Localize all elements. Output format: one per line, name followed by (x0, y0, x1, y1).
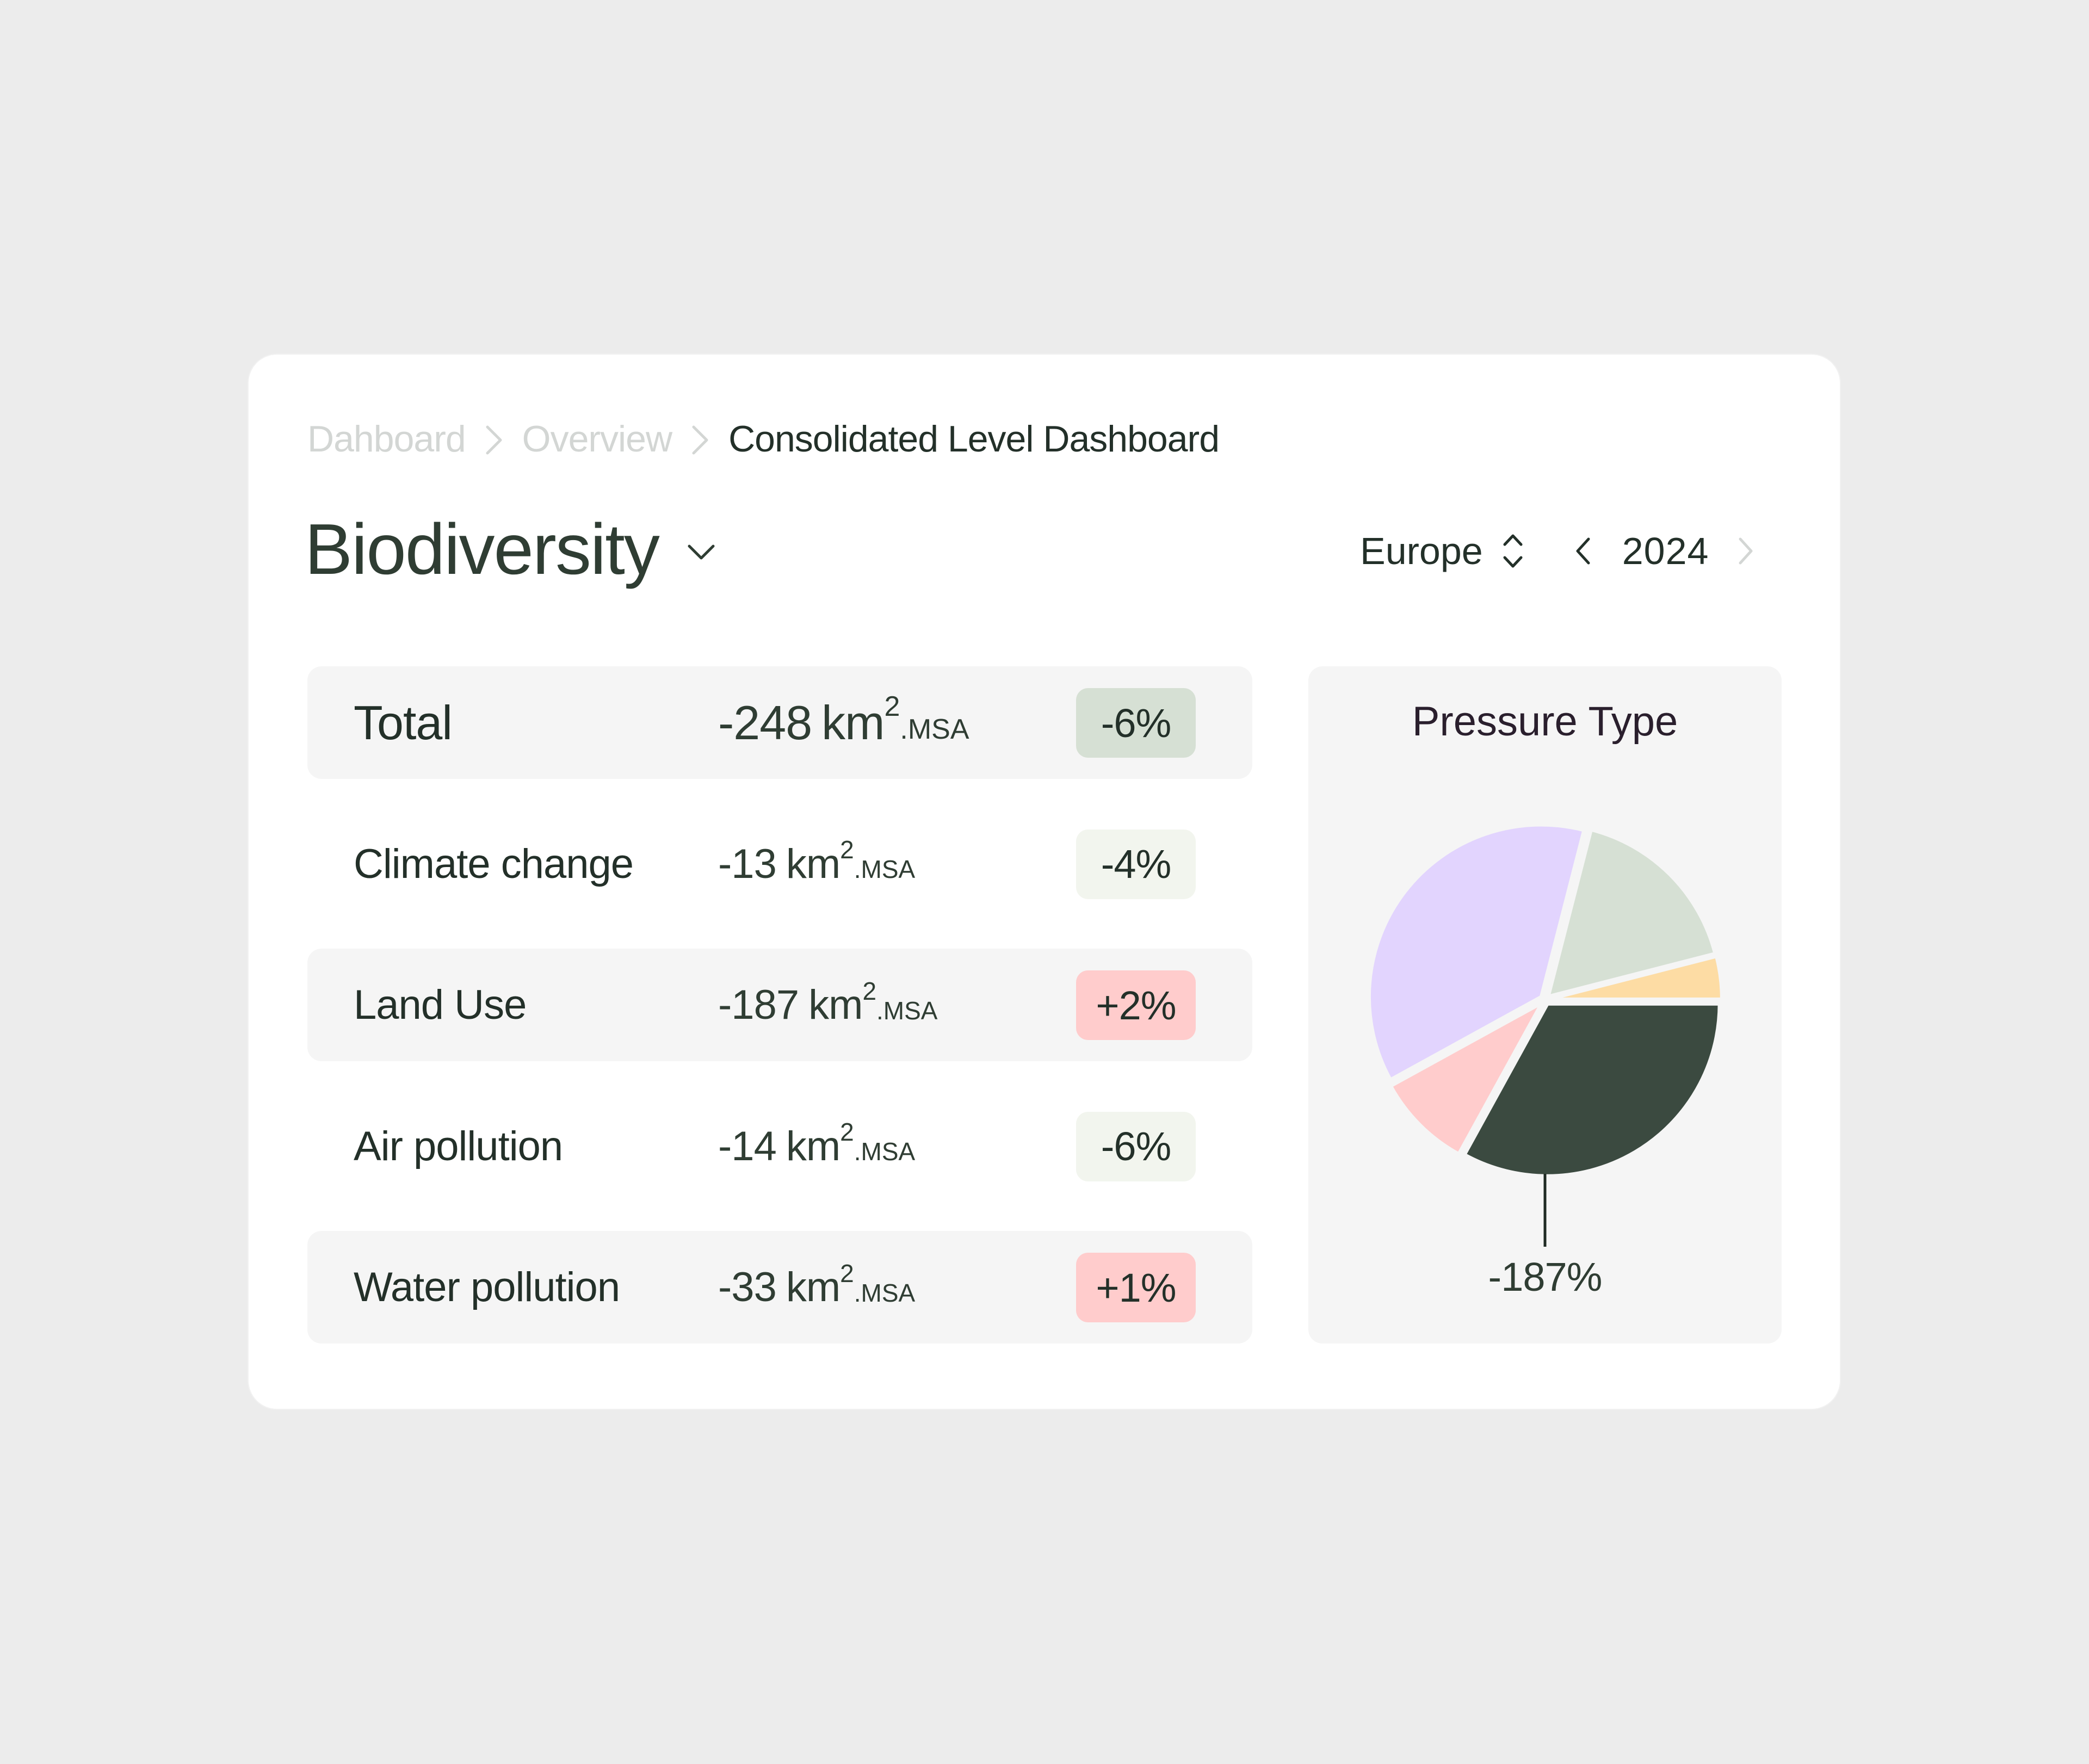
change-badge: +1% (1076, 1253, 1196, 1322)
breadcrumb-item-current: Consolidated Level Dashboard (728, 418, 1220, 460)
pie-chart (1367, 823, 1723, 1247)
metric-unit-superscript: 2 (840, 835, 854, 864)
metric-unit-suffix: .MSA (876, 996, 938, 1025)
metric-unit-suffix: .MSA (854, 855, 916, 883)
metric-label: Air pollution (354, 1123, 563, 1169)
metric-value: -187 km 2 .MSA (718, 949, 938, 1061)
metric-unit: km (786, 1264, 840, 1310)
page-title-dropdown[interactable]: Biodiversity (305, 509, 716, 590)
metric-value-number: -13 (718, 840, 777, 887)
chevron-down-icon (688, 544, 715, 560)
metric-unit-suffix: .MSA (854, 1137, 916, 1166)
metric-row-air-pollution[interactable]: Air pollution -14 km 2 .MSA -6% (307, 1090, 1252, 1203)
metric-value-number: -33 (718, 1264, 777, 1310)
metric-label: Water pollution (354, 1264, 620, 1310)
metric-label: Total (354, 695, 453, 750)
change-badge: -6% (1076, 1111, 1196, 1181)
change-badge: +2% (1076, 970, 1196, 1040)
chevron-right-icon (484, 423, 504, 455)
metric-label: Land Use (354, 982, 527, 1028)
metric-unit: km (786, 1123, 840, 1169)
metric-unit: km (808, 982, 863, 1028)
metric-row-water-pollution[interactable]: Water pollution -33 km 2 .MSA +1% (307, 1231, 1252, 1344)
pie-annotation-label: -187% (1488, 1254, 1603, 1299)
metric-value-number: -248 (718, 695, 812, 750)
metric-value: -13 km 2 .MSA (718, 808, 915, 920)
metric-label: Climate change (354, 840, 634, 887)
region-value: Europe (1360, 530, 1483, 572)
breadcrumb-item-dashboard[interactable]: Dahboard (307, 418, 466, 460)
metric-value-number: -14 (718, 1123, 777, 1169)
pressure-type-panel: Pressure Type -187% (1308, 666, 1782, 1344)
breadcrumb: Dahboard Overview Consolidated Level Das… (307, 414, 1220, 463)
year-navigator: 2024 (1573, 529, 1756, 573)
metric-value: -33 km 2 .MSA (718, 1231, 915, 1344)
metric-unit-superscript: 2 (884, 690, 900, 722)
metric-row-total[interactable]: Total -248 km 2 .MSA -6% (307, 666, 1252, 779)
filter-controls: Europe 2024 (1360, 524, 1756, 578)
year-value: 2024 (1622, 530, 1709, 572)
up-down-chevron-icon (1503, 534, 1523, 568)
metric-unit-superscript: 2 (840, 1118, 854, 1146)
chevron-right-icon (690, 423, 710, 455)
region-select[interactable]: Europe (1360, 529, 1524, 573)
chevron-right-icon[interactable] (1736, 536, 1756, 566)
metric-unit-suffix: .MSA (854, 1278, 916, 1307)
metric-value-number: -187 (718, 982, 799, 1028)
chevron-left-icon[interactable] (1573, 536, 1593, 566)
breadcrumb-item-overview[interactable]: Overview (522, 418, 672, 460)
metric-unit-suffix: .MSA (900, 713, 969, 745)
metric-row-climate-change[interactable]: Climate change -13 km 2 .MSA -4% (307, 808, 1252, 920)
metric-unit-superscript: 2 (862, 976, 877, 1005)
metric-value: -248 km 2 .MSA (718, 666, 969, 779)
change-badge: -6% (1076, 688, 1196, 758)
change-badge: -4% (1076, 829, 1196, 899)
metric-value: -14 km 2 .MSA (718, 1090, 915, 1203)
metric-unit: km (786, 840, 840, 887)
metric-unit-superscript: 2 (840, 1259, 854, 1288)
metric-unit: km (821, 695, 885, 750)
page-title: Biodiversity (305, 509, 660, 589)
metric-row-land-use[interactable]: Land Use -187 km 2 .MSA +2% (307, 949, 1252, 1061)
